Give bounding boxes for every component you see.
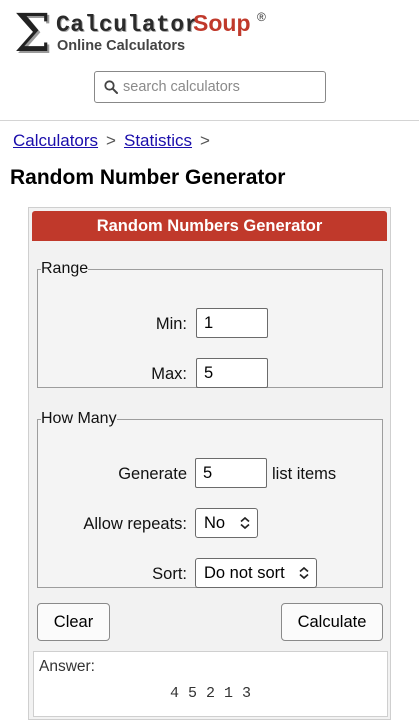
answer-box: Answer: 4 5 2 1 3	[33, 651, 388, 717]
range-legend: Range	[41, 260, 89, 277]
clear-button[interactable]: Clear	[37, 603, 110, 641]
answer-label: Answer:	[39, 658, 95, 675]
allow-repeats-value: No	[204, 514, 226, 532]
allow-repeats-select[interactable]: No	[195, 508, 258, 538]
breadcrumb-separator: >	[200, 131, 210, 150]
logo-text-calculator: Calculator	[56, 12, 200, 38]
breadcrumb-link-statistics[interactable]: Statistics	[124, 131, 192, 150]
registered-mark: ®	[257, 10, 266, 24]
min-label: Min:	[155, 315, 187, 333]
page-title: Random Number Generator	[10, 166, 286, 189]
site-header: Σ Calculator Soup ® Online Calculators	[0, 0, 419, 121]
calculator-title: Random Numbers Generator	[32, 211, 387, 241]
search-icon	[104, 80, 118, 94]
max-input[interactable]	[196, 358, 268, 388]
calculator-panel: Random Numbers Generator Range Min: Max:…	[28, 207, 391, 720]
range-fieldset: Range Min: Max:	[37, 260, 383, 388]
breadcrumb: Calculators > Statistics >	[13, 131, 218, 151]
answer-value: 4 5 2 1 3	[169, 685, 251, 702]
generate-suffix: list items	[272, 465, 337, 483]
site-logo[interactable]: Σ Calculator Soup ® Online Calculators	[12, 4, 312, 64]
generate-label: Generate	[118, 465, 187, 483]
sort-value: Do not sort	[204, 564, 285, 582]
sort-label: Sort:	[152, 565, 187, 583]
select-arrows-icon	[240, 517, 250, 529]
select-arrows-icon	[299, 567, 309, 579]
calculate-button[interactable]: Calculate	[281, 603, 383, 641]
max-label: Max:	[151, 365, 187, 383]
logo-tagline: Online Calculators	[57, 38, 186, 54]
search-box[interactable]	[94, 71, 326, 103]
allow-repeats-label: Allow repeats:	[83, 515, 187, 533]
sigma-icon: Σ	[14, 4, 51, 64]
generate-input[interactable]	[195, 458, 267, 488]
breadcrumb-link-calculators[interactable]: Calculators	[13, 131, 98, 150]
logo-text-soup: Soup	[193, 10, 251, 36]
how-many-legend: How Many	[41, 410, 117, 427]
search-input[interactable]	[123, 72, 321, 102]
min-input[interactable]	[196, 308, 268, 338]
breadcrumb-separator: >	[106, 131, 116, 150]
sort-select[interactable]: Do not sort	[195, 558, 317, 588]
how-many-fieldset: How Many Generate list items Allow repea…	[37, 410, 383, 588]
